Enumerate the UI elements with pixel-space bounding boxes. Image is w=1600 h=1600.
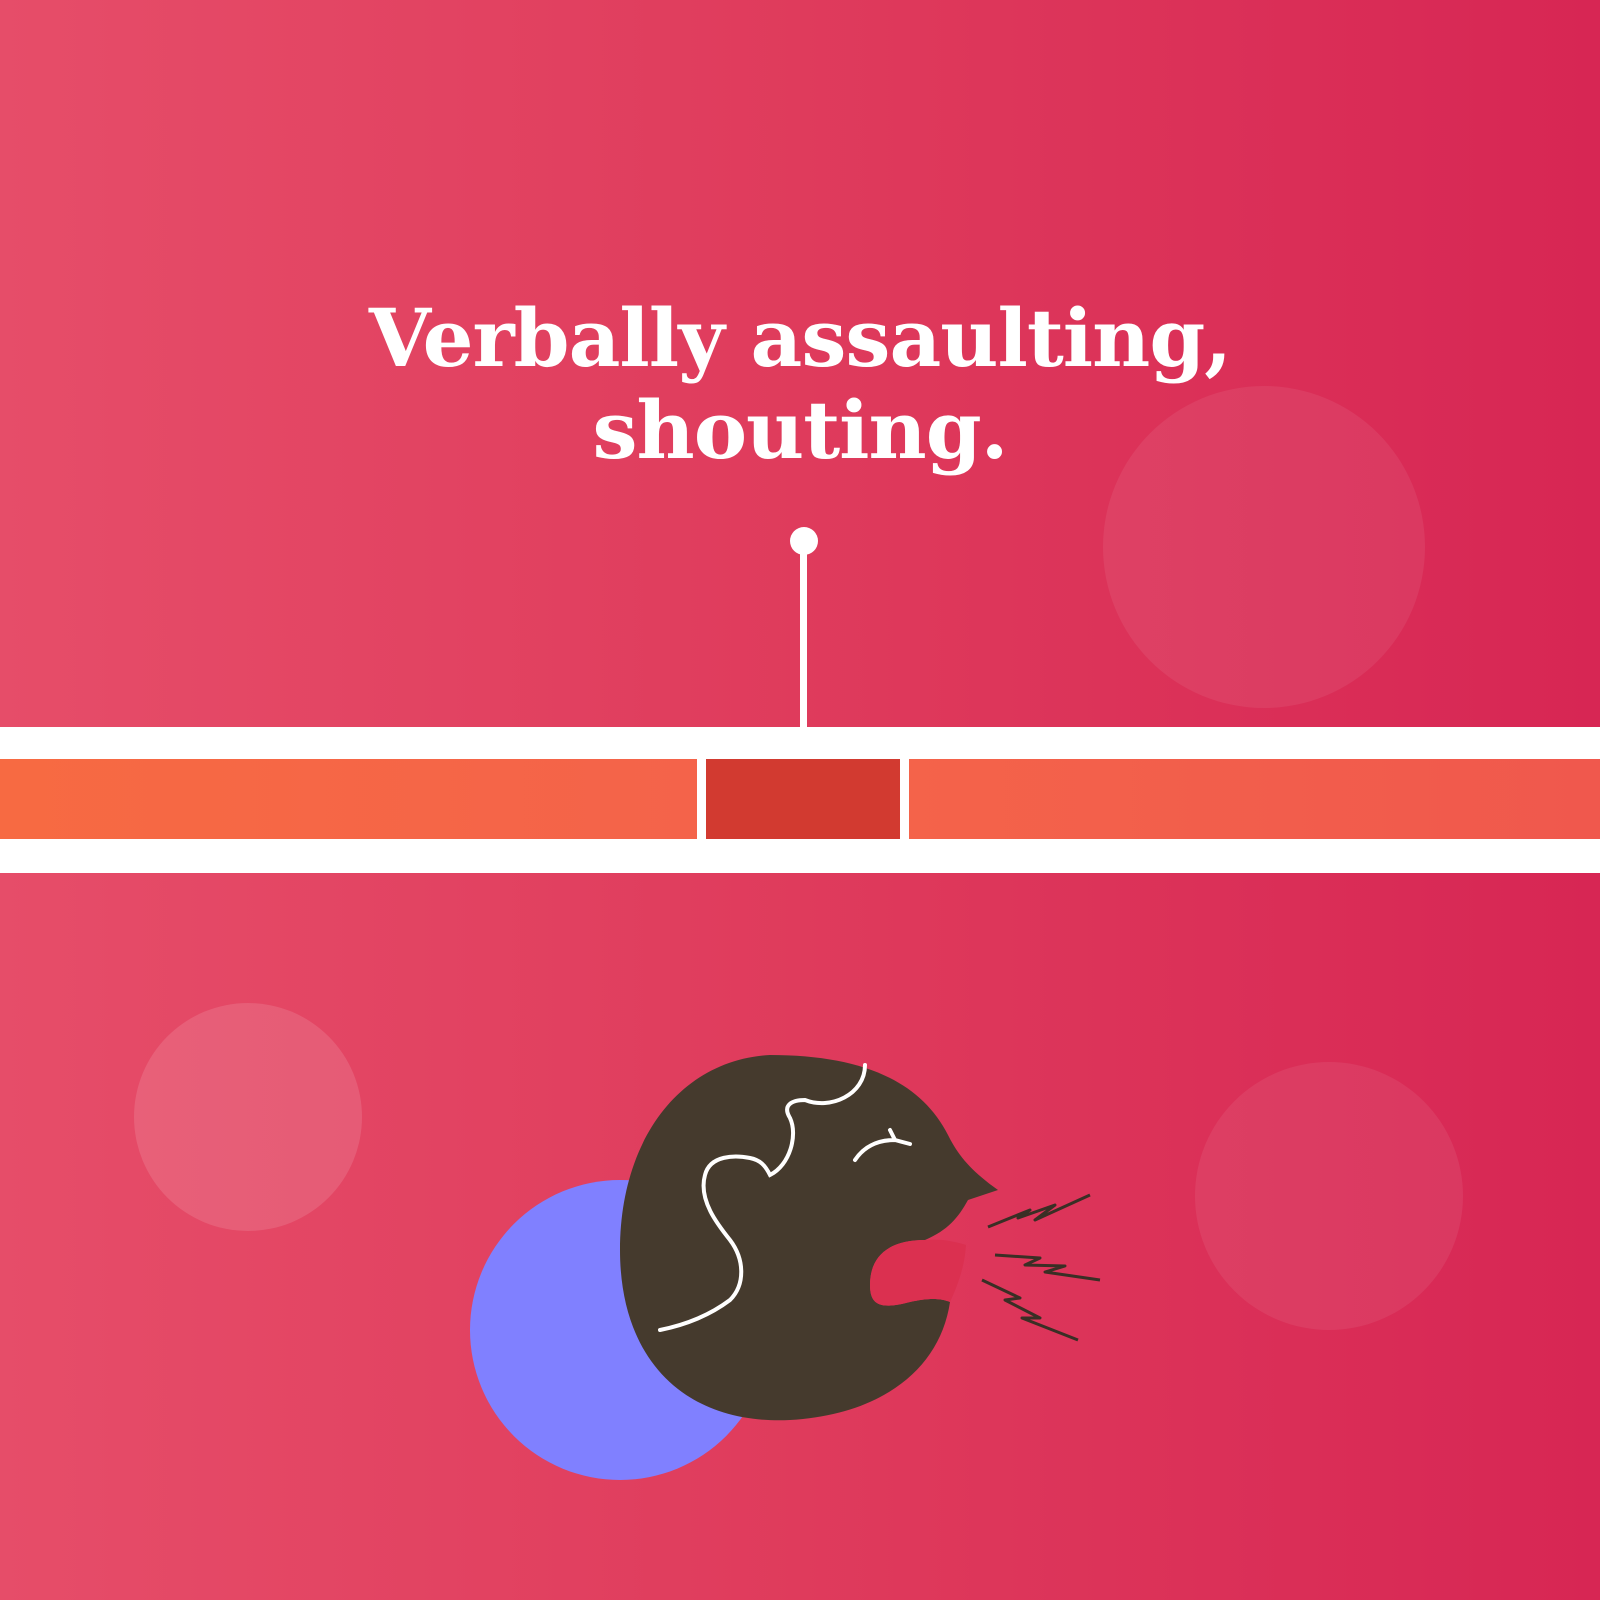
headline-line-1: Verbally assaulting, [368, 291, 1232, 385]
scale-segment-high [909, 759, 1600, 839]
severity-scale [0, 727, 1600, 873]
shout-bolt-icon [994, 1253, 1101, 1282]
scale-segment-low [0, 759, 697, 839]
scale-marker-stem [800, 548, 807, 730]
slide-canvas: Verbally assaulting, shouting. [0, 0, 1600, 1600]
character-body [620, 1055, 998, 1421]
headline-line-2: shouting. [592, 383, 1008, 477]
decorative-circle [134, 1003, 362, 1231]
scale-segment-selected [706, 759, 900, 839]
shout-bolt-icon [981, 1278, 1079, 1342]
shouting-character-icon [470, 1055, 1101, 1480]
decorative-circle [1195, 1062, 1463, 1330]
headline: Verbally assaulting, shouting. [250, 292, 1350, 476]
shout-bolt-icon [987, 1193, 1091, 1229]
